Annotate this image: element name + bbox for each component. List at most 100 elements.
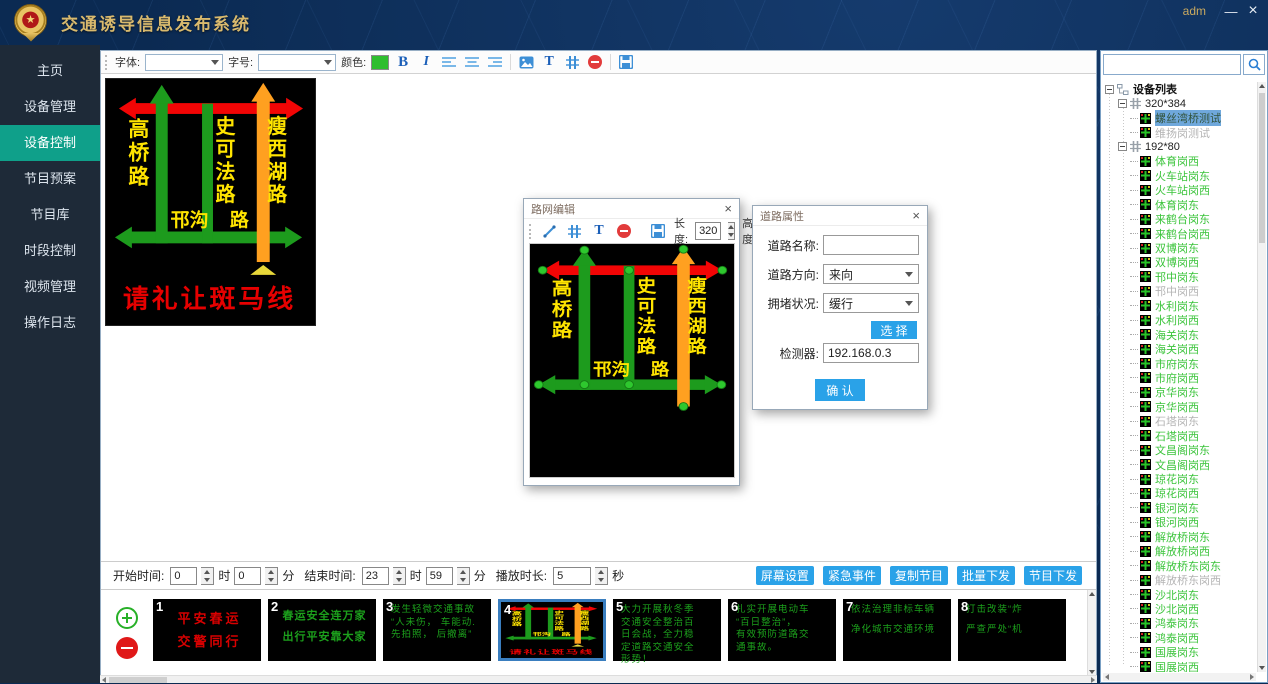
action-button-4[interactable]: 节目下发 [1024, 566, 1082, 585]
detector-input[interactable] [823, 343, 919, 363]
device-item-1-28[interactable]: 解放桥东岗东 [1104, 558, 1256, 572]
search-input[interactable] [1103, 54, 1241, 75]
device-item-1-11[interactable]: 水利岗西 [1104, 313, 1256, 327]
minimize-button[interactable]: — [1221, 1, 1241, 21]
text-tool-icon[interactable]: T [590, 222, 608, 240]
device-item-1-5[interactable]: 来鹤台岗西 [1104, 226, 1256, 240]
device-item-1-3[interactable]: 体育岗东 [1104, 198, 1256, 212]
hscrollbar-thumb[interactable] [109, 677, 167, 683]
program-thumb-7[interactable]: 7依法治理非标车辆净化城市交通环境 [843, 599, 951, 661]
delete-icon[interactable] [586, 53, 604, 71]
road-icon[interactable] [565, 222, 583, 240]
start-minute-spinner[interactable] [265, 567, 278, 585]
program-strip-hscrollbar[interactable] [100, 675, 1097, 683]
italic-button[interactable]: I [417, 53, 435, 71]
device-item-1-8[interactable]: 邗中岗东 [1104, 270, 1256, 284]
end-minute-input[interactable] [426, 567, 453, 585]
start-hour-spinner[interactable] [201, 567, 214, 585]
bold-button[interactable]: B [394, 53, 412, 71]
device-item-1-13[interactable]: 海关岗西 [1104, 342, 1256, 356]
end-minute-spinner[interactable] [457, 567, 470, 585]
action-button-3[interactable]: 批量下发 [957, 566, 1015, 585]
program-thumb-1[interactable]: 1平安春运交警同行 [153, 599, 261, 661]
program-strip-vscrollbar[interactable] [1087, 590, 1096, 676]
sidebar-item-4[interactable]: 节目库 [0, 197, 100, 233]
color-swatch[interactable] [371, 55, 389, 70]
close-icon[interactable]: × [724, 202, 732, 215]
align-center-icon[interactable] [463, 53, 481, 71]
text-tool-icon[interactable]: T [540, 53, 558, 71]
delete-icon[interactable] [615, 222, 633, 240]
image-icon[interactable] [517, 53, 535, 71]
device-item-1-30[interactable]: 沙北岗东 [1104, 587, 1256, 601]
font-dropdown[interactable] [145, 54, 223, 71]
device-item-1-6[interactable]: 双博岗东 [1104, 241, 1256, 255]
device-item-0-1[interactable]: 维扬岗测试 [1104, 125, 1256, 139]
program-thumb-2[interactable]: 2春运安全连万家出行平安靠大家 [268, 599, 376, 661]
action-button-1[interactable]: 紧急事件 [823, 566, 881, 585]
program-thumb-5[interactable]: 5大力开展秋冬季交通安全整治百日会战，全力稳定道路交通安全形势！ [613, 599, 721, 661]
save-icon[interactable] [649, 222, 667, 240]
duration-input[interactable] [553, 567, 591, 585]
device-item-1-22[interactable]: 琼花岗东 [1104, 472, 1256, 486]
sidebar-item-3[interactable]: 节目预案 [0, 161, 100, 197]
led-preview-screen[interactable]: 高桥路史可法路瘦西湖路邗沟路请礼让斑马线 [105, 78, 316, 326]
device-item-1-4[interactable]: 来鹤台岗东 [1104, 212, 1256, 226]
device-item-1-1[interactable]: 火车站岗东 [1104, 169, 1256, 183]
sidebar-item-6[interactable]: 视频管理 [0, 269, 100, 305]
add-program-button[interactable] [116, 607, 138, 629]
device-item-1-7[interactable]: 双博岗西 [1104, 255, 1256, 269]
device-item-1-21[interactable]: 文昌阁岗西 [1104, 457, 1256, 471]
length-spinner[interactable] [728, 222, 735, 240]
sidebar-item-1[interactable]: 设备管理 [0, 89, 100, 125]
device-item-1-15[interactable]: 市府岗西 [1104, 371, 1256, 385]
device-group-0[interactable]: 320*384 [1104, 96, 1256, 110]
device-item-1-25[interactable]: 银河岗西 [1104, 515, 1256, 529]
device-item-1-19[interactable]: 石塔岗西 [1104, 429, 1256, 443]
device-item-1-35[interactable]: 国展岗西 [1104, 660, 1256, 673]
device-item-1-18[interactable]: 石塔岗东 [1104, 414, 1256, 428]
road-direction-select[interactable]: 来向 [823, 264, 919, 284]
tree-root[interactable]: 设备列表 [1104, 82, 1256, 96]
device-item-0-0[interactable]: 螺丝湾桥测试 [1104, 111, 1256, 125]
search-button[interactable] [1243, 54, 1265, 75]
end-hour-spinner[interactable] [393, 567, 406, 585]
device-tree-vscrollbar[interactable] [1257, 82, 1266, 672]
align-right-icon[interactable] [486, 53, 504, 71]
device-item-1-23[interactable]: 琼花岗西 [1104, 486, 1256, 500]
device-item-1-9[interactable]: 邗中岗西 [1104, 284, 1256, 298]
sidebar-item-5[interactable]: 时段控制 [0, 233, 100, 269]
device-item-1-31[interactable]: 沙北岗西 [1104, 602, 1256, 616]
device-tree-hscrollbar[interactable] [1103, 673, 1256, 681]
select-button[interactable]: 选 择 [871, 321, 917, 339]
device-group-1[interactable]: 192*80 [1104, 140, 1256, 154]
device-item-1-17[interactable]: 京华岗西 [1104, 400, 1256, 414]
align-left-icon[interactable] [440, 53, 458, 71]
draw-road-icon[interactable] [540, 222, 558, 240]
program-thumb-3[interactable]: 3发生轻微交通事故“人未伤， 车能动.先拍照， 后撤离” [383, 599, 491, 661]
road-icon[interactable] [563, 53, 581, 71]
device-item-1-29[interactable]: 解放桥东岗西 [1104, 573, 1256, 587]
duration-spinner[interactable] [595, 567, 608, 585]
program-thumb-6[interactable]: 6扎实开展电动车“百日整治”，有效预防道路交通事故。 [728, 599, 836, 661]
device-item-1-14[interactable]: 市府岗东 [1104, 356, 1256, 370]
start-minute-input[interactable] [234, 567, 261, 585]
device-item-1-26[interactable]: 解放桥岗东 [1104, 530, 1256, 544]
congestion-select[interactable]: 缓行 [823, 293, 919, 313]
device-item-1-16[interactable]: 京华岗东 [1104, 385, 1256, 399]
sidebar-item-7[interactable]: 操作日志 [0, 305, 100, 341]
sidebar-item-0[interactable]: 主页 [0, 53, 100, 89]
close-button[interactable]: × [1243, 1, 1263, 21]
confirm-button[interactable]: 确 认 [815, 379, 865, 401]
action-button-0[interactable]: 屏幕设置 [756, 566, 814, 585]
action-button-2[interactable]: 复制节目 [890, 566, 948, 585]
device-item-1-33[interactable]: 鸿泰岗西 [1104, 631, 1256, 645]
device-item-1-34[interactable]: 国展岗东 [1104, 645, 1256, 659]
size-dropdown[interactable] [258, 54, 336, 71]
start-hour-input[interactable] [170, 567, 197, 585]
close-icon[interactable]: × [912, 209, 920, 222]
device-item-1-27[interactable]: 解放桥岗西 [1104, 544, 1256, 558]
device-item-1-2[interactable]: 火车站岗西 [1104, 183, 1256, 197]
device-item-1-12[interactable]: 海关岗东 [1104, 327, 1256, 341]
device-item-1-24[interactable]: 银河岗东 [1104, 501, 1256, 515]
